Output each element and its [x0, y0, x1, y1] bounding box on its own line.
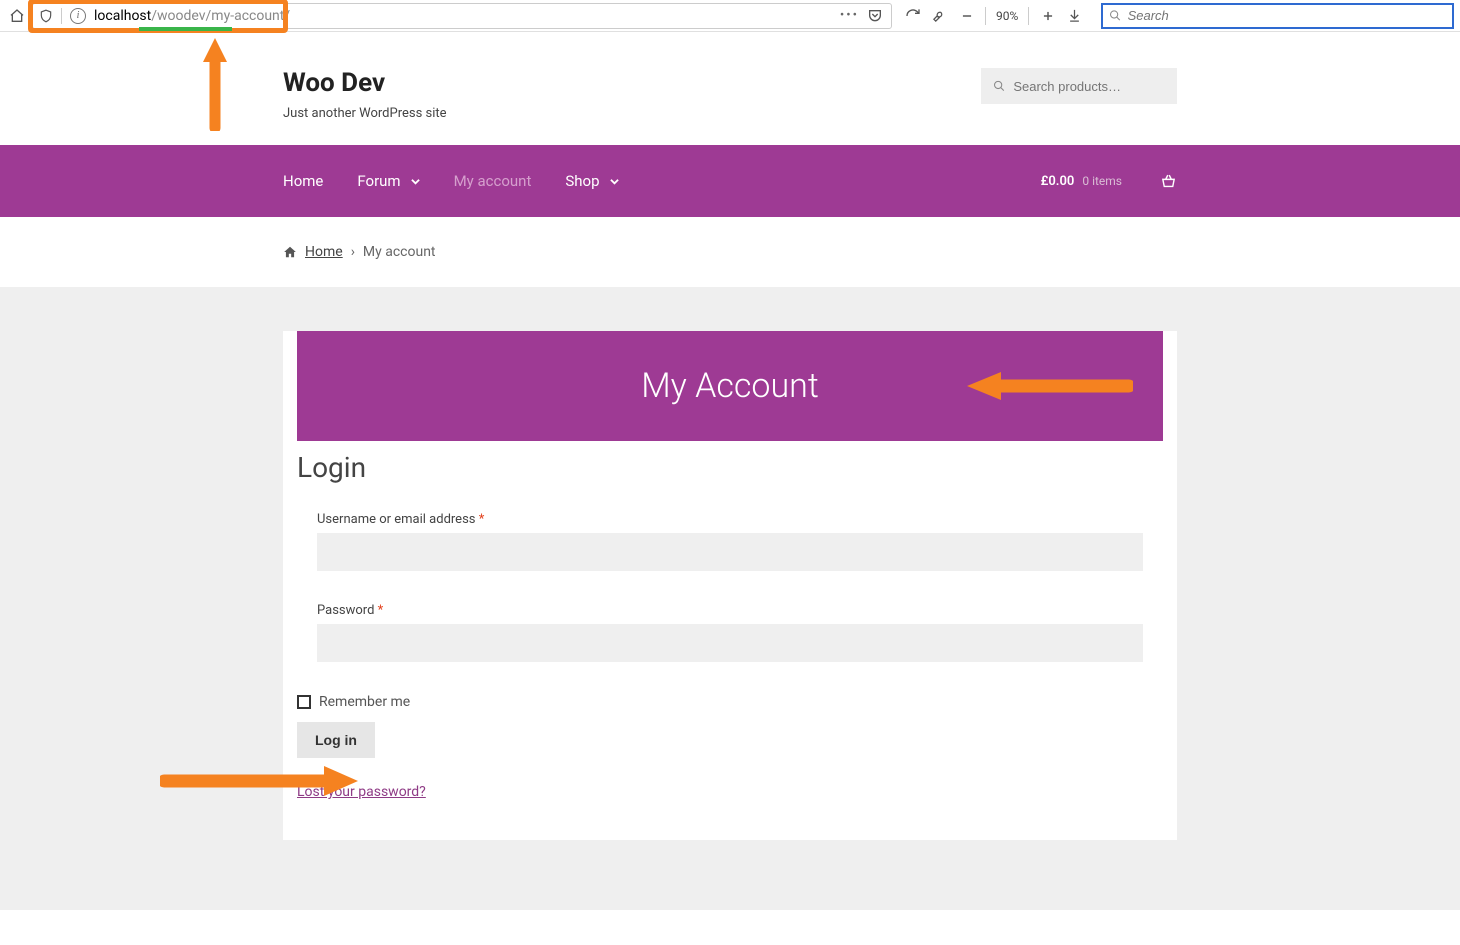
product-search-box[interactable]: [981, 68, 1177, 104]
browser-search-input[interactable]: [1128, 8, 1446, 23]
browser-address-bar: i localhost/woodev/my-account/ ••• 90%: [0, 0, 1460, 32]
my-account-banner: My Account: [297, 331, 1163, 441]
chevron-down-icon: [411, 177, 420, 186]
cart-amount: £0.00: [1041, 174, 1075, 189]
annotation-url-underline: [139, 27, 232, 31]
username-label: Username or email address *: [317, 512, 1143, 527]
breadcrumb-separator: ›: [351, 244, 355, 260]
required-mark: *: [378, 603, 384, 618]
nav-label: Home: [283, 172, 323, 190]
browser-toolbar: 90%: [896, 7, 1091, 25]
search-icon: [1109, 9, 1121, 22]
login-button[interactable]: Log in: [297, 722, 375, 758]
zoom-in-icon[interactable]: [1039, 7, 1056, 24]
login-heading: Login: [297, 451, 1163, 484]
required-mark: *: [479, 512, 485, 527]
nav-forum[interactable]: Forum: [357, 172, 419, 190]
url-input-wrap[interactable]: i localhost/woodev/my-account/ •••: [32, 3, 892, 29]
devtools-icon[interactable]: [931, 7, 948, 24]
page-title: My Account: [641, 366, 819, 406]
nav-home[interactable]: Home: [283, 172, 323, 190]
separator: [1028, 7, 1029, 25]
cart-item-count: 0 items: [1082, 174, 1122, 188]
annotation-arrow-up: [200, 36, 230, 131]
site-tagline: Just another WordPress site: [283, 106, 447, 121]
nav-shop[interactable]: Shop: [565, 172, 618, 190]
label-text: Password: [317, 603, 378, 618]
separator: [985, 7, 986, 25]
separator: [61, 8, 62, 24]
annotation-arrow-left: [963, 369, 1133, 403]
url-text: localhost/woodev/my-account/: [90, 8, 290, 24]
nav-label: Shop: [565, 172, 599, 190]
pocket-icon[interactable]: [867, 8, 883, 24]
download-icon[interactable]: [1066, 7, 1083, 24]
breadcrumb-home-link[interactable]: Home: [305, 244, 343, 260]
content-card: My Account Login Username or email addre…: [283, 331, 1177, 840]
nav-label: My account: [454, 172, 532, 190]
password-label: Password *: [317, 603, 1143, 618]
browser-search-box[interactable]: [1101, 3, 1454, 29]
url-path: /woodev/my-account/: [151, 8, 290, 24]
nav-label: Forum: [357, 172, 400, 190]
main-nav: Home Forum My account Shop £0.00 0 items: [0, 145, 1460, 217]
chevron-down-icon: [610, 177, 619, 186]
product-search-input[interactable]: [1013, 79, 1165, 94]
zoom-out-icon[interactable]: [958, 7, 975, 24]
breadcrumb: Home › My account: [0, 217, 1460, 287]
tracking-shield-icon[interactable]: [37, 7, 55, 25]
remember-me-row[interactable]: Remember me: [297, 694, 1163, 710]
content-area: My Account Login Username or email addre…: [0, 287, 1460, 910]
label-text: Username or email address: [317, 512, 479, 527]
home-icon: [283, 245, 297, 259]
nav-my-account[interactable]: My account: [454, 172, 532, 190]
remember-me-label: Remember me: [319, 694, 410, 710]
annotation-arrow-right: [160, 763, 360, 799]
site-info-icon[interactable]: i: [70, 8, 86, 24]
search-icon: [993, 79, 1005, 93]
browser-home-button[interactable]: [6, 5, 28, 27]
url-host: localhost: [94, 8, 151, 24]
basket-icon: [1160, 173, 1177, 190]
page-actions-icon[interactable]: •••: [840, 8, 859, 23]
password-input[interactable]: [317, 624, 1143, 662]
remember-me-checkbox[interactable]: [297, 695, 311, 709]
breadcrumb-current: My account: [363, 244, 436, 260]
reload-icon[interactable]: [904, 7, 921, 24]
zoom-level: 90%: [996, 9, 1018, 23]
site-title[interactable]: Woo Dev: [283, 68, 447, 98]
username-input[interactable]: [317, 533, 1143, 571]
nav-cart[interactable]: £0.00 0 items: [1041, 173, 1177, 190]
